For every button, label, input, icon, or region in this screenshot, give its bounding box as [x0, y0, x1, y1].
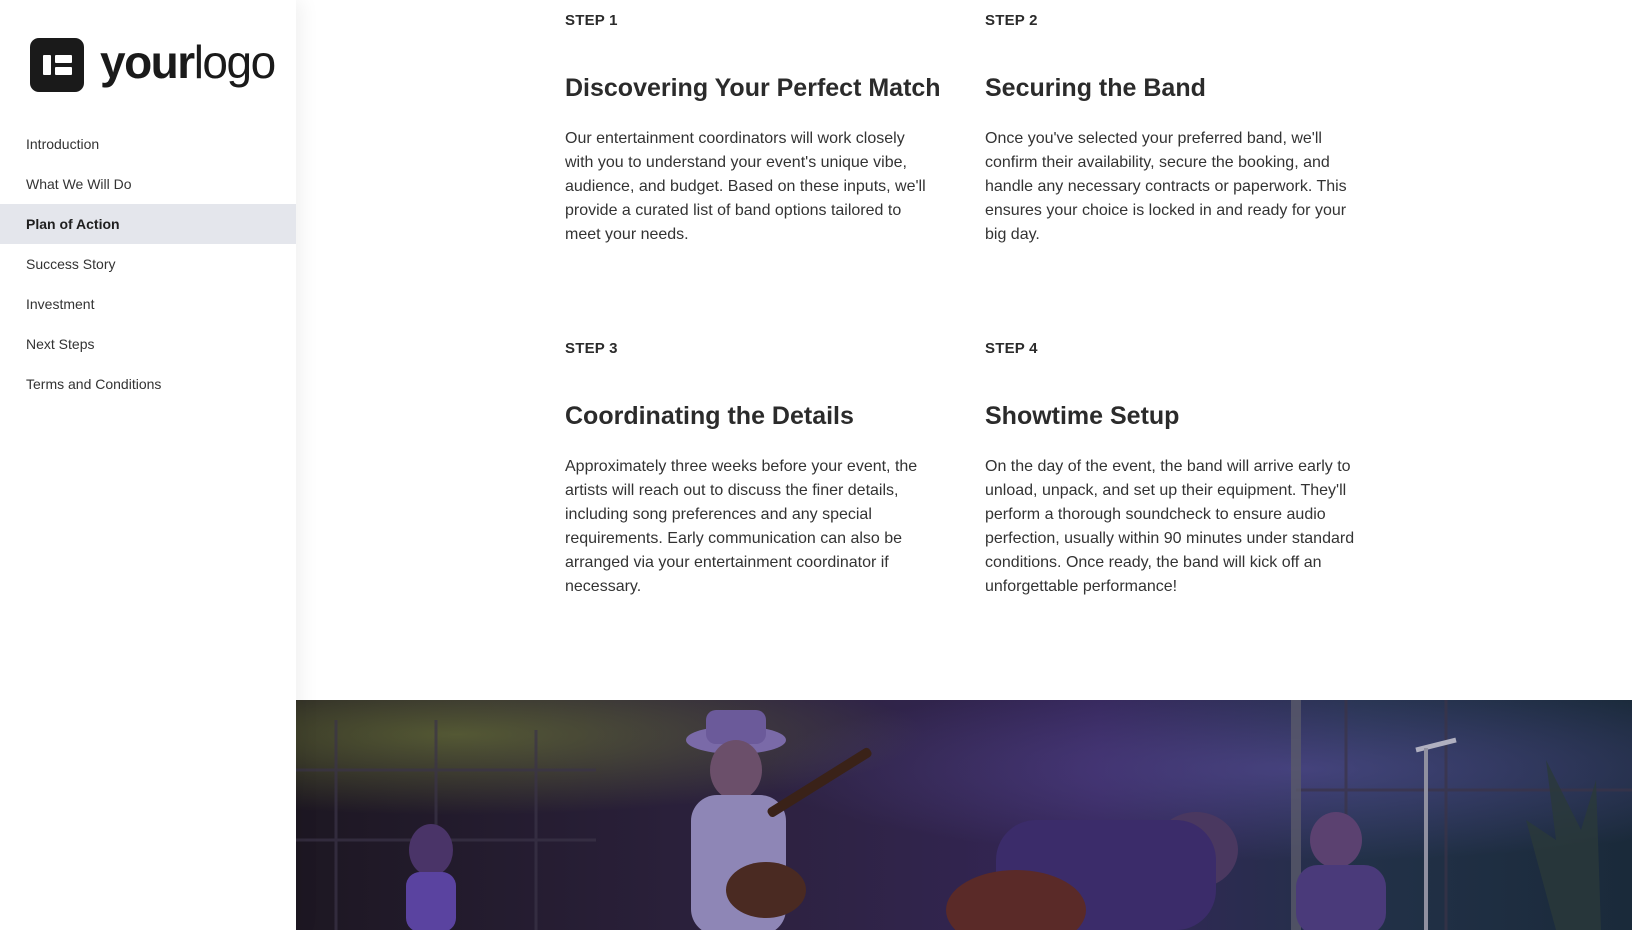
main-content: STEP 1 Discovering Your Perfect Match Ou…	[296, 0, 1632, 930]
sidebar-item-introduction[interactable]: Introduction	[0, 124, 296, 164]
sidebar-item-plan-of-action[interactable]: Plan of Action	[0, 204, 296, 244]
band-performance-photo	[296, 700, 1632, 930]
sidebar-item-investment[interactable]: Investment	[0, 284, 296, 324]
logo-wordmark: yourlogo	[100, 36, 276, 88]
sidebar-item-terms-and-conditions[interactable]: Terms and Conditions	[0, 364, 296, 404]
sidebar-item-next-steps[interactable]: Next Steps	[0, 324, 296, 364]
step-label: STEP 2	[985, 12, 1038, 29]
logo-icon	[30, 38, 84, 92]
logo-text-bold: your	[100, 36, 195, 88]
band-photo-illustration	[296, 700, 1632, 930]
step-title: Discovering Your Perfect Match	[565, 74, 941, 102]
step-description: Once you've selected your preferred band…	[985, 130, 1347, 243]
sidebar-nav: Introduction What We Will Do Plan of Act…	[0, 124, 296, 404]
step-description: On the day of the event, the band will a…	[985, 458, 1355, 595]
step-label: STEP 3	[565, 340, 618, 357]
logo[interactable]: yourlogo	[30, 36, 276, 92]
step-title: Coordinating the Details	[565, 402, 854, 430]
step-description: Approximately three weeks before your ev…	[565, 458, 918, 595]
step-title: Securing the Band	[985, 74, 1206, 102]
step-description: Our entertainment coordinators will work…	[565, 130, 926, 243]
logo-text-light: logo	[193, 36, 276, 88]
step-label: STEP 1	[565, 12, 618, 29]
sidebar-item-what-we-will-do[interactable]: What We Will Do	[0, 164, 296, 204]
step-label: STEP 4	[985, 340, 1038, 357]
sidebar: yourlogo Introduction What We Will Do Pl…	[0, 0, 296, 930]
sidebar-item-success-story[interactable]: Success Story	[0, 244, 296, 284]
step-title: Showtime Setup	[985, 402, 1180, 430]
